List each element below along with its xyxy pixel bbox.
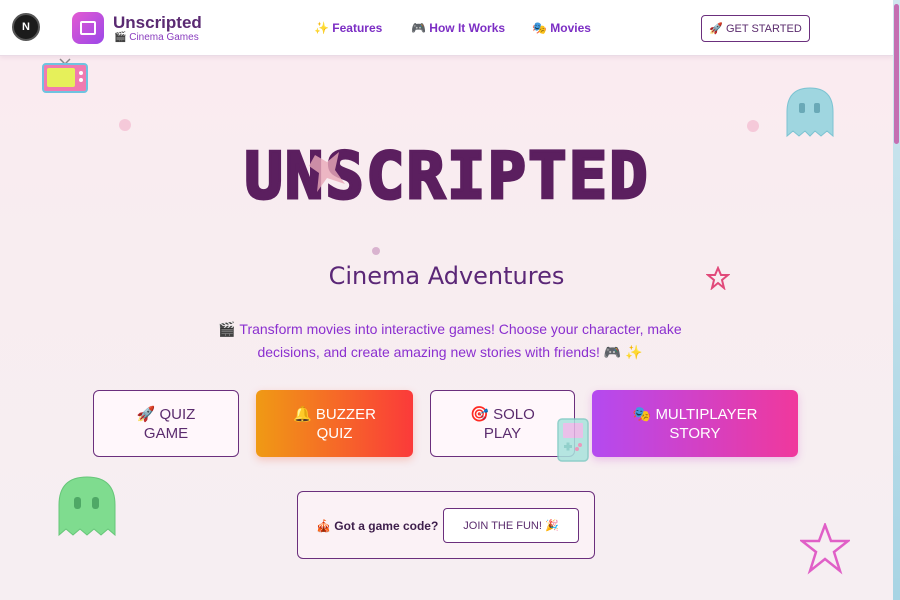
scrollbar[interactable] bbox=[893, 0, 900, 600]
button-label: PLAY bbox=[483, 424, 522, 442]
button-label: QUIZ bbox=[316, 424, 353, 442]
tv-icon bbox=[42, 58, 88, 99]
quiz-game-button[interactable]: 🚀 QUIZ GAME bbox=[93, 390, 239, 457]
multiplayer-story-button[interactable]: 🎭 MULTIPLAYER STORY bbox=[592, 390, 798, 457]
hero-subtitle: Cinema Adventures bbox=[328, 262, 565, 290]
hero-description: 🎬 Transform movies into interactive game… bbox=[200, 318, 700, 364]
button-label: 🚀 QUIZ bbox=[136, 405, 196, 423]
button-label: 🎯 SOLO bbox=[470, 405, 535, 423]
join-game-panel: 🎪 Got a game code? JOIN THE FUN! 🎉 bbox=[297, 491, 595, 559]
scrollbar-thumb[interactable] bbox=[894, 4, 899, 144]
decor-dot bbox=[372, 247, 380, 255]
nav-movies-link[interactable]: 🎭 Movies bbox=[532, 21, 591, 35]
button-label: STORY bbox=[669, 424, 721, 442]
ghost-icon bbox=[57, 475, 117, 542]
button-label: GAME bbox=[143, 424, 189, 442]
page: N Unscripted 🎬 Cinema Games ✨ Features 🎮… bbox=[0, 0, 893, 600]
gameboy-icon bbox=[557, 418, 589, 467]
buzzer-quiz-button[interactable]: 🔔 BUZZER QUIZ bbox=[256, 390, 413, 457]
join-the-fun-button[interactable]: JOIN THE FUN! 🎉 bbox=[443, 508, 579, 543]
brand-subtitle: 🎬 Cinema Games bbox=[114, 32, 199, 43]
hero-title-text: UNSCRIPTED bbox=[244, 140, 649, 210]
hero-description-line: 🎬 Transform movies into interactive game… bbox=[218, 321, 682, 337]
button-label: 🎭 MULTIPLAYER bbox=[632, 405, 758, 423]
solo-play-button[interactable]: 🎯 SOLO PLAY bbox=[430, 390, 575, 457]
brand-title[interactable]: Unscripted bbox=[113, 13, 202, 33]
get-started-button[interactable]: 🚀 GET STARTED bbox=[701, 15, 810, 42]
nav-how-it-works-link[interactable]: 🎮 How It Works bbox=[411, 21, 505, 35]
nav-features-link[interactable]: ✨ Features bbox=[314, 21, 382, 35]
decor-dot bbox=[747, 120, 759, 132]
hero-title: UNSCRIPTED bbox=[0, 140, 893, 210]
button-label: 🔔 BUZZER bbox=[293, 405, 376, 423]
framework-badge[interactable]: N bbox=[12, 13, 40, 41]
decor-dot bbox=[119, 119, 131, 131]
top-navbar: N Unscripted 🎬 Cinema Games ✨ Features 🎮… bbox=[0, 0, 893, 56]
ghost-icon bbox=[785, 86, 835, 143]
brand-logo-icon[interactable] bbox=[72, 12, 104, 44]
star-icon bbox=[798, 521, 852, 580]
game-code-label: 🎪 Got a game code? bbox=[316, 519, 439, 533]
hero-description-line: decisions, and create amazing new storie… bbox=[257, 344, 643, 360]
